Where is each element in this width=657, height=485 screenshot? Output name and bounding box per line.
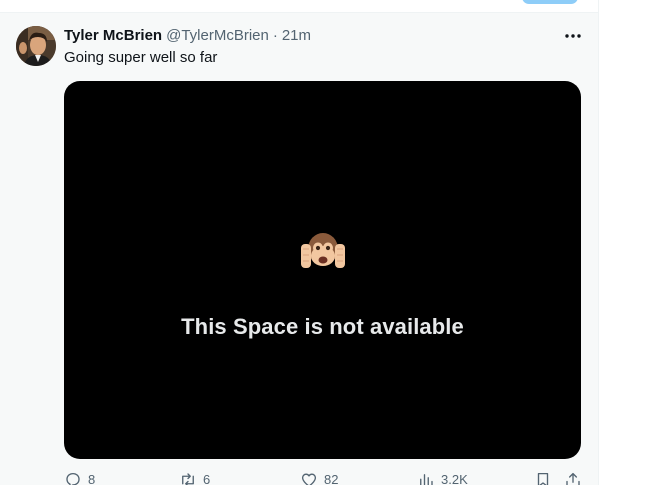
tweet-timestamp[interactable]: 21m [282, 27, 311, 45]
avatar-photo [16, 26, 56, 66]
previous-tweet-edge [0, 0, 598, 13]
like-count: 82 [324, 472, 339, 485]
space-card[interactable]: This Space is not available [64, 81, 581, 459]
views-count: 3.2K [441, 472, 468, 485]
timeline-column: Tyler McBrien @TylerMcBrien · 21m Going … [0, 0, 598, 485]
previous-tweet-button[interactable] [522, 0, 578, 4]
author-handle[interactable]: @TylerMcBrien [166, 27, 269, 45]
share-button[interactable] [564, 471, 582, 485]
author-name[interactable]: Tyler McBrien [64, 27, 162, 45]
more-horizontal-icon [565, 34, 581, 38]
bookmark-icon [537, 472, 549, 485]
space-unavailable-message: This Space is not available [181, 314, 464, 339]
reply-count: 8 [88, 472, 96, 485]
more-options-button[interactable] [558, 26, 588, 46]
header-separator: · [272, 27, 278, 44]
share-icon [566, 472, 580, 485]
repost-icon [182, 473, 194, 485]
views-button[interactable]: 3.2K [417, 471, 468, 485]
reply-button[interactable]: 8 [64, 471, 95, 485]
heart-icon [301, 473, 317, 485]
page: Tyler McBrien @TylerMcBrien · 21m Going … [0, 0, 657, 485]
views-icon [420, 474, 433, 485]
tweet-text: Going super well so far [64, 49, 218, 66]
avatar[interactable] [16, 26, 56, 66]
bookmark-button[interactable] [534, 471, 552, 485]
repost-button[interactable]: 6 [179, 471, 210, 485]
column-divider [598, 0, 599, 485]
like-button[interactable]: 82 [300, 471, 338, 485]
tweet-header: Tyler McBrien @TylerMcBrien · 21m [64, 27, 311, 45]
hear-no-evil-monkey-icon [301, 233, 345, 268]
reply-icon [66, 472, 80, 485]
tweet-actions: 8 6 82 3.2K [64, 471, 581, 485]
repost-count: 6 [203, 472, 211, 485]
